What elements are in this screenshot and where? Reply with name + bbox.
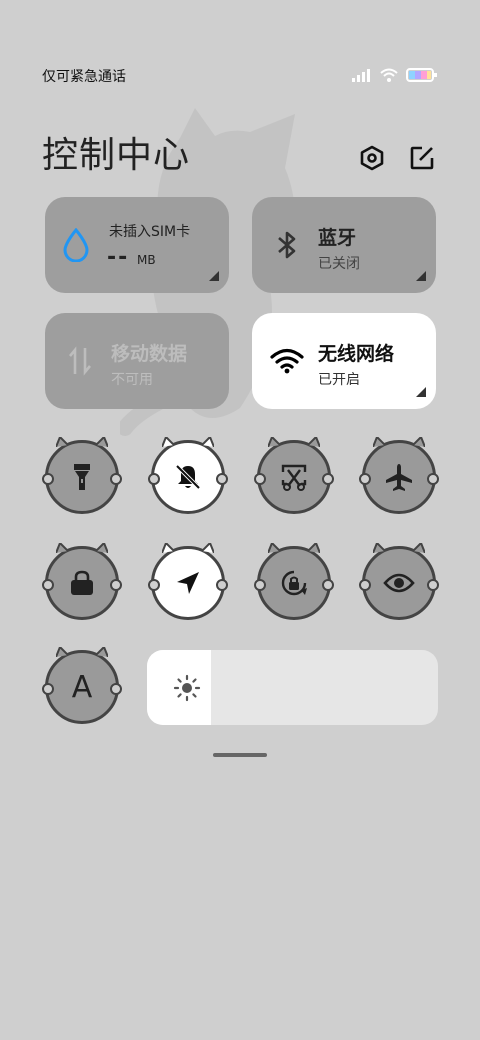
sun-icon xyxy=(173,674,201,702)
expand-corner-icon xyxy=(416,387,426,397)
location-icon xyxy=(177,572,199,594)
flashlight-toggle[interactable] xyxy=(42,437,122,514)
cat-ear-icon xyxy=(268,437,280,447)
cat-ear-icon xyxy=(162,437,174,447)
bluetooth-status: 已关闭 xyxy=(318,256,360,272)
water-drop-icon xyxy=(63,228,89,262)
mobile-data-status: 不可用 xyxy=(111,372,153,388)
rotate-lock-icon xyxy=(281,570,307,596)
home-indicator[interactable] xyxy=(213,753,267,757)
lock-toggle[interactable] xyxy=(42,543,122,620)
wifi-status-icon xyxy=(380,68,398,82)
screenshot-toggle[interactable] xyxy=(254,437,334,514)
bluetooth-tile[interactable]: 蓝牙 已关闭 xyxy=(252,197,436,293)
cat-ear-icon xyxy=(96,647,108,657)
airplane-icon xyxy=(386,464,412,491)
reading-mode-toggle[interactable] xyxy=(359,543,439,620)
header-actions xyxy=(358,144,436,172)
page-title: 控制中心 xyxy=(42,135,191,176)
brightness-slider[interactable] xyxy=(147,650,438,725)
edit-icon xyxy=(410,146,434,170)
sim-data-tile[interactable]: 未插入SIM卡 -- MB xyxy=(45,197,229,293)
airplane-mode-toggle[interactable] xyxy=(359,437,439,514)
cat-ear-icon xyxy=(413,437,425,447)
bluetooth-title: 蓝牙 xyxy=(318,227,357,249)
cat-ear-icon xyxy=(96,543,108,553)
cat-ear-icon xyxy=(373,543,385,553)
carrier-label: 仅可紧急通话 xyxy=(42,69,126,85)
cat-ear-icon xyxy=(268,543,280,553)
bluetooth-icon xyxy=(278,231,296,259)
flashlight-icon xyxy=(74,464,90,490)
data-arrows-icon xyxy=(69,346,91,376)
bell-off-icon xyxy=(175,464,201,490)
wifi-title: 无线网络 xyxy=(318,343,395,365)
data-usage-unit: MB xyxy=(137,253,156,267)
screenshot-icon xyxy=(281,464,307,491)
cat-ear-icon xyxy=(56,543,68,553)
mute-toggle[interactable] xyxy=(148,437,228,514)
expand-corner-icon xyxy=(209,271,219,281)
wifi-status: 已开启 xyxy=(318,372,360,388)
gear-icon xyxy=(360,145,384,171)
wifi-tile[interactable]: 无线网络 已开启 xyxy=(252,313,436,409)
eye-icon xyxy=(383,573,415,593)
cat-ear-icon xyxy=(308,437,320,447)
cat-ear-icon xyxy=(162,543,174,553)
expand-corner-icon xyxy=(416,271,426,281)
letter-a-icon: A xyxy=(71,669,93,705)
cat-ear-icon xyxy=(56,437,68,447)
mobile-data-tile[interactable]: 移动数据 不可用 xyxy=(45,313,229,409)
battery-icon xyxy=(406,68,437,82)
cat-ear-icon xyxy=(202,437,214,447)
settings-button[interactable] xyxy=(358,144,386,172)
auto-brightness-toggle[interactable]: A xyxy=(42,647,122,724)
status-bar: 仅可紧急通话 xyxy=(42,66,438,86)
status-icons xyxy=(352,68,438,82)
edit-button[interactable] xyxy=(408,144,436,172)
lock-icon xyxy=(71,570,93,595)
auto-rotate-toggle[interactable] xyxy=(254,543,334,620)
cat-ear-icon xyxy=(56,647,68,657)
mobile-data-title: 移动数据 xyxy=(111,343,188,365)
signal-icon xyxy=(352,69,370,82)
cat-ear-icon xyxy=(96,437,108,447)
data-usage-value: -- xyxy=(107,245,130,270)
sim-status-label: 未插入SIM卡 xyxy=(109,224,191,240)
cat-ear-icon xyxy=(308,543,320,553)
wifi-icon xyxy=(270,348,304,374)
location-toggle[interactable] xyxy=(148,543,228,620)
cat-ear-icon xyxy=(373,437,385,447)
cat-ear-icon xyxy=(202,543,214,553)
cat-ear-icon xyxy=(413,543,425,553)
